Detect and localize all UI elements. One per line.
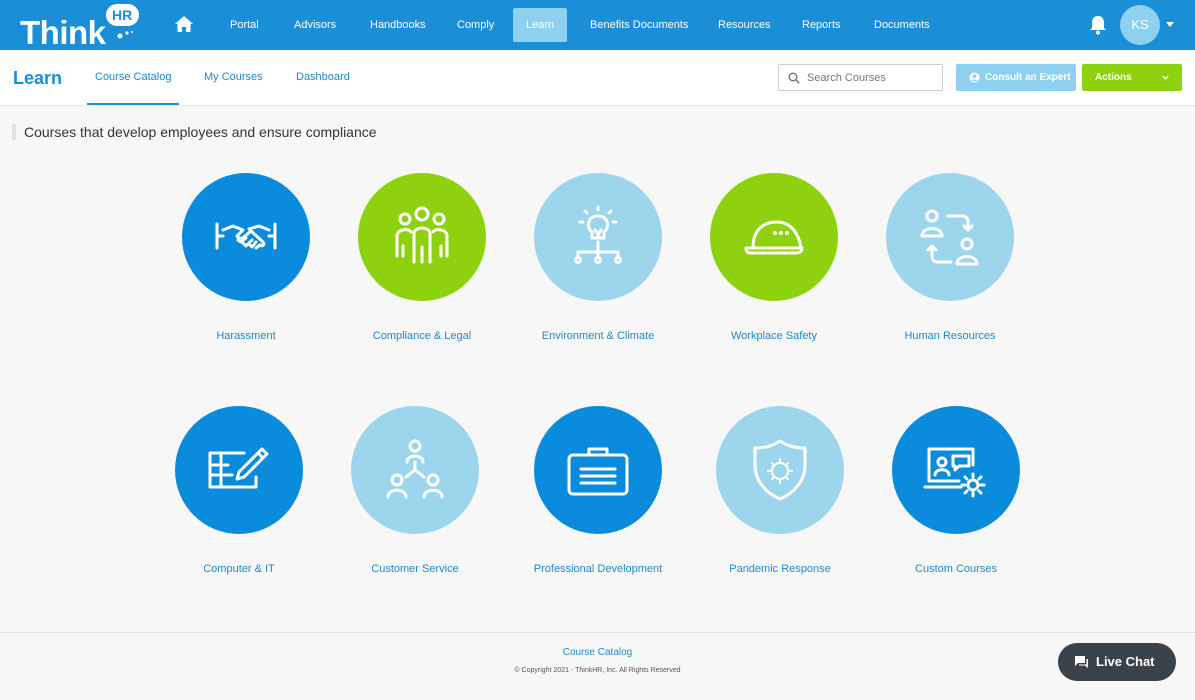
category-label[interactable]: Harassment xyxy=(158,330,334,342)
category-label[interactable]: Computer & IT xyxy=(151,563,327,575)
briefcase-icon xyxy=(567,447,629,496)
consult-expert-label: Consult an Expert xyxy=(985,72,1071,83)
chevron-down-icon xyxy=(1162,75,1169,80)
category-label[interactable]: Professional Development xyxy=(510,563,686,575)
lightbulb-network-icon xyxy=(574,205,622,264)
caret-down-icon[interactable] xyxy=(1166,22,1174,27)
tab-course-catalog[interactable]: Course Catalog xyxy=(87,50,180,105)
people-exchange-icon xyxy=(920,209,979,266)
user-avatar[interactable]: KS xyxy=(1120,5,1160,45)
category-label[interactable]: Human Resources xyxy=(862,330,1038,342)
live-chat-label: Live Chat xyxy=(1096,654,1155,669)
consult-expert-button[interactable]: Consult an Expert xyxy=(956,64,1076,91)
category-label[interactable]: Compliance & Legal xyxy=(334,330,510,342)
org-chart-icon xyxy=(386,439,444,499)
category-circle[interactable] xyxy=(716,406,844,534)
search-icon xyxy=(788,72,800,84)
category-label[interactable]: Custom Courses xyxy=(868,563,1044,575)
nav-resources[interactable]: Resources xyxy=(718,0,771,50)
course-category-computer-it[interactable]: Computer & IT xyxy=(151,406,327,606)
virus-shield-icon xyxy=(753,439,807,501)
category-circle[interactable] xyxy=(351,406,479,534)
page-title: Learn xyxy=(13,68,63,88)
category-circle[interactable] xyxy=(710,173,838,301)
category-label[interactable]: Workplace Safety xyxy=(686,330,862,342)
footer-course-catalog-link[interactable]: Course Catalog xyxy=(0,647,1195,658)
course-category-environment-climate[interactable]: Environment & Climate xyxy=(510,173,686,373)
nav-documents[interactable]: Documents xyxy=(874,0,930,50)
page-header: Learn Course Catalog My Courses Dashboar… xyxy=(0,50,1195,106)
category-circle[interactable] xyxy=(892,406,1020,534)
actions-dropdown-button[interactable]: Actions xyxy=(1082,64,1182,91)
category-circle[interactable] xyxy=(175,406,303,534)
nav-benefits-documents[interactable]: Benefits Documents xyxy=(590,0,688,50)
edit-form-icon xyxy=(208,447,269,489)
nav-learn[interactable]: Learn xyxy=(513,8,568,42)
people-group-icon xyxy=(395,206,449,264)
category-label[interactable]: Pandemic Response xyxy=(692,563,868,575)
course-category-human-resources[interactable]: Human Resources xyxy=(862,173,1038,373)
live-chat-button[interactable]: Live Chat xyxy=(1058,643,1176,681)
nav-handbooks[interactable]: Handbooks xyxy=(370,0,426,50)
course-category-workplace-safety[interactable]: Workplace Safety xyxy=(686,173,862,373)
handshake-icon xyxy=(215,222,277,250)
logo-text: Think xyxy=(20,14,106,51)
category-label[interactable]: Customer Service xyxy=(327,563,503,575)
chat-bubble-icon xyxy=(1075,656,1088,668)
category-circle[interactable] xyxy=(358,173,486,301)
category-circle[interactable] xyxy=(534,173,662,301)
nav-reports[interactable]: Reports xyxy=(802,0,841,50)
copyright-text: © Copyright 2021 - ThinkHR, Inc. All Rig… xyxy=(514,667,681,674)
section-accent-bar xyxy=(12,124,16,140)
search-box[interactable] xyxy=(778,64,943,91)
search-input[interactable] xyxy=(807,69,937,87)
course-category-customer-service[interactable]: Customer Service xyxy=(327,406,503,606)
bell-icon[interactable] xyxy=(1088,14,1108,35)
course-category-compliance-legal[interactable]: Compliance & Legal xyxy=(334,173,510,373)
computer-gear-icon xyxy=(923,447,986,498)
course-category-harassment[interactable]: Harassment xyxy=(158,173,334,373)
nav-portal[interactable]: Portal xyxy=(230,0,259,50)
tab-dashboard[interactable]: Dashboard xyxy=(296,50,350,105)
nav-advisors[interactable]: Advisors xyxy=(294,0,336,50)
course-category-pandemic-response[interactable]: Pandemic Response xyxy=(692,406,868,606)
logo-dots-icon xyxy=(117,31,133,39)
course-category-custom-courses[interactable]: Custom Courses xyxy=(868,406,1044,606)
category-circle[interactable] xyxy=(182,173,310,301)
logo-badge: HR xyxy=(112,7,133,23)
user-circle-icon xyxy=(969,72,980,83)
actions-label: Actions xyxy=(1095,72,1132,83)
nav-comply[interactable]: Comply xyxy=(457,0,494,50)
category-circle[interactable] xyxy=(534,406,662,534)
top-navigation-bar: Think HR Portal Advisors Handbooks Compl… xyxy=(0,0,1195,51)
category-circle[interactable] xyxy=(886,173,1014,301)
course-category-professional-development[interactable]: Professional Development xyxy=(510,406,686,606)
tab-my-courses[interactable]: My Courses xyxy=(204,50,263,105)
hard-hat-icon xyxy=(744,220,804,255)
home-icon[interactable] xyxy=(174,15,194,33)
category-label[interactable]: Environment & Climate xyxy=(510,330,686,342)
section-title: Courses that develop employees and ensur… xyxy=(24,124,377,140)
page-footer: Course Catalog © Copyright 2021 - ThinkH… xyxy=(0,632,1195,700)
